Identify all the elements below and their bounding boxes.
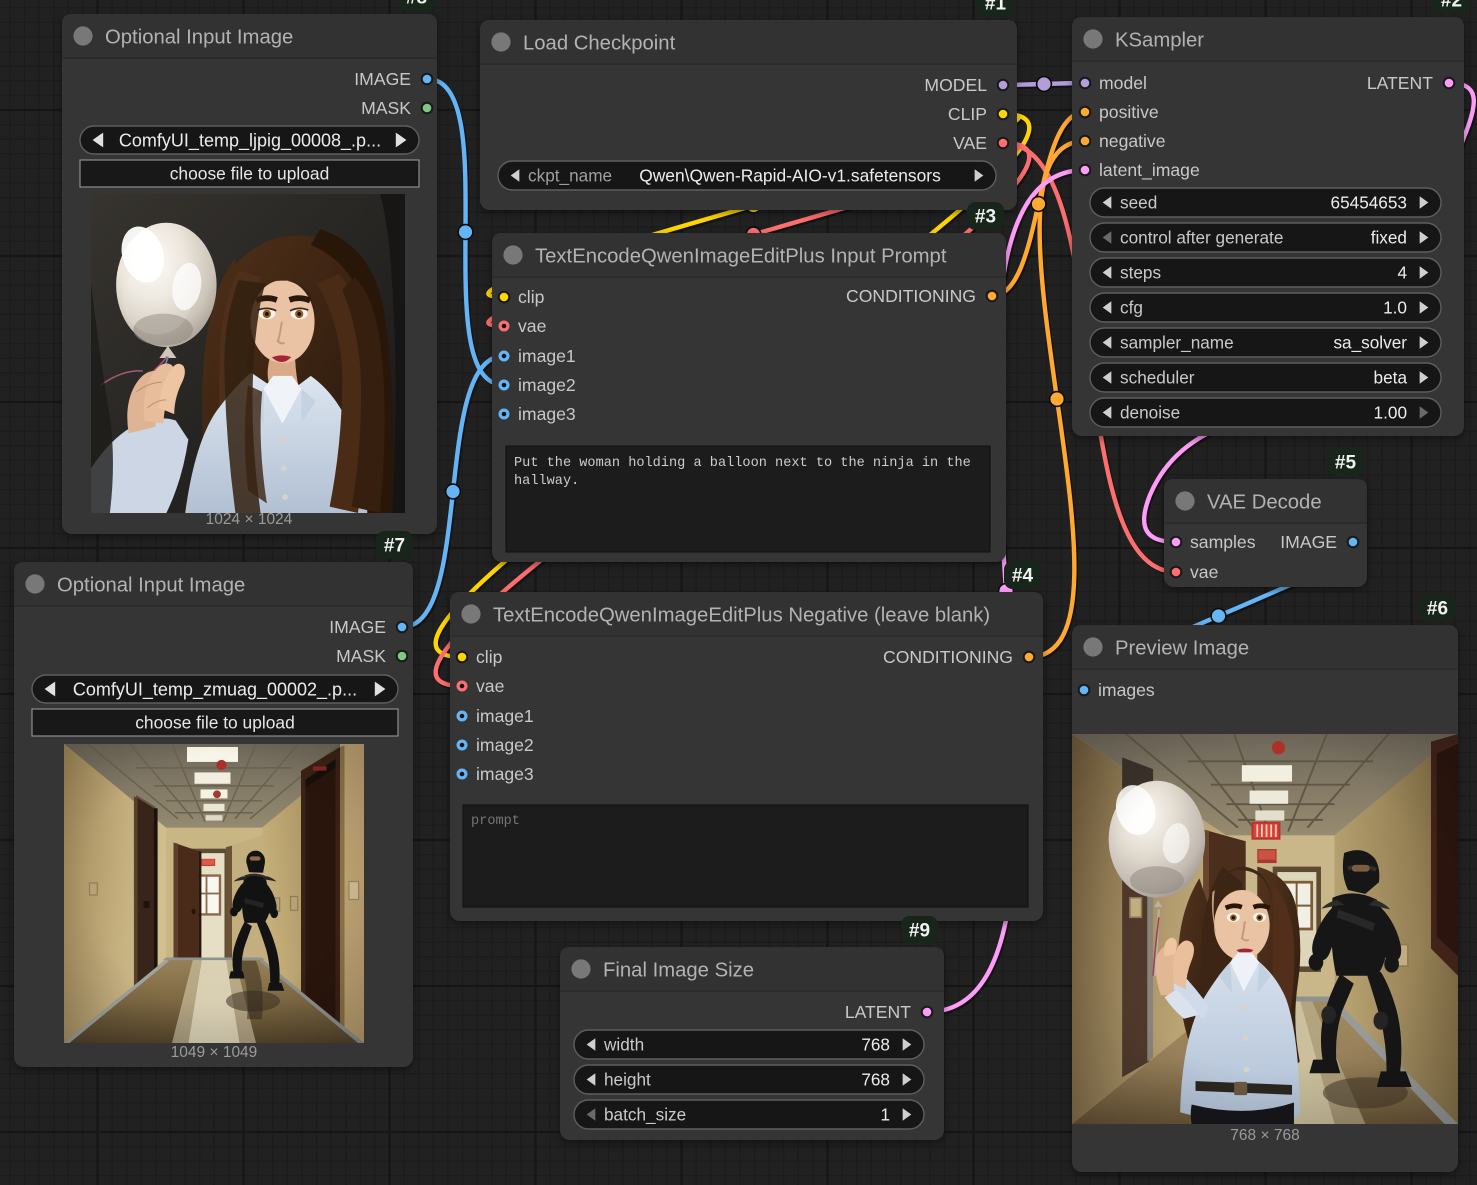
svg-text:choose file to upload: choose file to upload [135, 713, 295, 733]
svg-text:denoise: denoise [1120, 403, 1180, 423]
svg-text:VAE Decode: VAE Decode [1207, 492, 1322, 514]
svg-text:IMAGE: IMAGE [1280, 532, 1337, 552]
svg-text:768 × 768: 768 × 768 [1230, 1127, 1299, 1144]
svg-text:steps: steps [1120, 263, 1161, 283]
svg-text:vae: vae [518, 316, 546, 336]
svg-text:#6: #6 [1427, 599, 1448, 620]
svg-text:#9: #9 [909, 921, 930, 942]
svg-text:vae: vae [476, 676, 504, 696]
svg-text:clip: clip [518, 287, 545, 307]
svg-text:width: width [603, 1035, 644, 1055]
svg-text:#7: #7 [384, 536, 405, 557]
svg-text:prompt: prompt [471, 814, 520, 829]
svg-text:KSampler: KSampler [1115, 30, 1204, 52]
svg-text:sampler_name: sampler_name [1120, 333, 1234, 353]
svg-text:#1: #1 [985, 0, 1007, 15]
svg-text:1: 1 [880, 1105, 890, 1125]
svg-text:#5: #5 [1335, 453, 1357, 474]
svg-text:clip: clip [476, 647, 503, 667]
svg-text:#2: #2 [1441, 0, 1462, 12]
svg-text:ckpt_name: ckpt_name [528, 166, 612, 186]
svg-text:MASK: MASK [361, 98, 411, 118]
svg-text:1049 × 1049: 1049 × 1049 [171, 1044, 258, 1061]
svg-text:ComfyUI_temp_zmuag_00002_.p...: ComfyUI_temp_zmuag_00002_.p... [73, 680, 357, 701]
svg-text:CONDITIONING: CONDITIONING [846, 286, 976, 306]
svg-text:768: 768 [861, 1070, 890, 1090]
svg-text:Preview Image: Preview Image [1115, 638, 1249, 660]
svg-text:image3: image3 [518, 404, 576, 424]
svg-text:1.00: 1.00 [1374, 403, 1407, 423]
svg-text:Optional Input Image: Optional Input Image [57, 575, 245, 597]
svg-text:Optional Input Image: Optional Input Image [105, 27, 293, 49]
svg-text:cfg: cfg [1120, 298, 1143, 318]
svg-text:#8: #8 [406, 0, 427, 9]
svg-text:model: model [1099, 73, 1147, 93]
svg-text:images: images [1098, 680, 1155, 700]
svg-text:CLIP: CLIP [948, 104, 987, 124]
svg-text:MODEL: MODEL [924, 75, 987, 95]
svg-text:TextEncodeQwenImageEditPlus In: TextEncodeQwenImageEditPlus Input Prompt [535, 246, 947, 268]
svg-text:sa_solver: sa_solver [1333, 333, 1407, 353]
svg-text:choose file to upload: choose file to upload [170, 164, 330, 184]
svg-text:samples: samples [1190, 532, 1256, 552]
svg-text:image3: image3 [476, 764, 534, 784]
svg-text:65454653: 65454653 [1331, 193, 1407, 213]
svg-text:image1: image1 [476, 706, 534, 726]
svg-text:image1: image1 [518, 346, 576, 366]
svg-text:ComfyUI_temp_ljpig_00008_.p...: ComfyUI_temp_ljpig_00008_.p... [119, 131, 381, 152]
svg-text:vae: vae [1190, 562, 1218, 582]
svg-text:scheduler: scheduler [1120, 368, 1195, 388]
svg-text:seed: seed [1120, 193, 1157, 213]
svg-text:Put the woman holding a balloo: Put the woman holding a balloon next to … [514, 456, 971, 471]
svg-text:LATENT: LATENT [845, 1002, 911, 1022]
svg-text:fixed: fixed [1371, 228, 1407, 248]
svg-text:#3: #3 [975, 207, 996, 228]
svg-text:latent_image: latent_image [1099, 160, 1200, 181]
svg-text:1024 × 1024: 1024 × 1024 [206, 511, 293, 528]
svg-text:beta: beta [1374, 368, 1408, 388]
svg-text:control after generate: control after generate [1120, 228, 1283, 248]
svg-text:1.0: 1.0 [1383, 298, 1407, 318]
svg-text:negative: negative [1099, 131, 1166, 151]
svg-text:IMAGE: IMAGE [329, 617, 386, 637]
svg-text:4: 4 [1397, 263, 1407, 283]
svg-text:height: height [604, 1070, 651, 1090]
svg-text:image2: image2 [518, 375, 576, 395]
svg-text:positive: positive [1099, 102, 1159, 122]
svg-text:Qwen\Qwen-Rapid-AIO-v1.safeten: Qwen\Qwen-Rapid-AIO-v1.safetensors [639, 166, 941, 186]
svg-text:Final Image Size: Final Image Size [603, 960, 754, 982]
svg-text:TextEncodeQwenImageEditPlus Ne: TextEncodeQwenImageEditPlus Negative (le… [493, 605, 990, 627]
svg-text:Load Checkpoint: Load Checkpoint [523, 33, 676, 55]
svg-text:VAE: VAE [953, 133, 987, 153]
svg-text:hallway.: hallway. [514, 474, 579, 489]
svg-text:image2: image2 [476, 735, 534, 755]
svg-text:CONDITIONING: CONDITIONING [883, 647, 1013, 667]
svg-text:IMAGE: IMAGE [354, 69, 411, 89]
svg-text:LATENT: LATENT [1367, 73, 1433, 93]
svg-text:batch_size: batch_size [604, 1105, 686, 1125]
svg-text:MASK: MASK [336, 646, 386, 666]
svg-text:768: 768 [861, 1035, 890, 1055]
svg-text:#4: #4 [1012, 566, 1034, 587]
